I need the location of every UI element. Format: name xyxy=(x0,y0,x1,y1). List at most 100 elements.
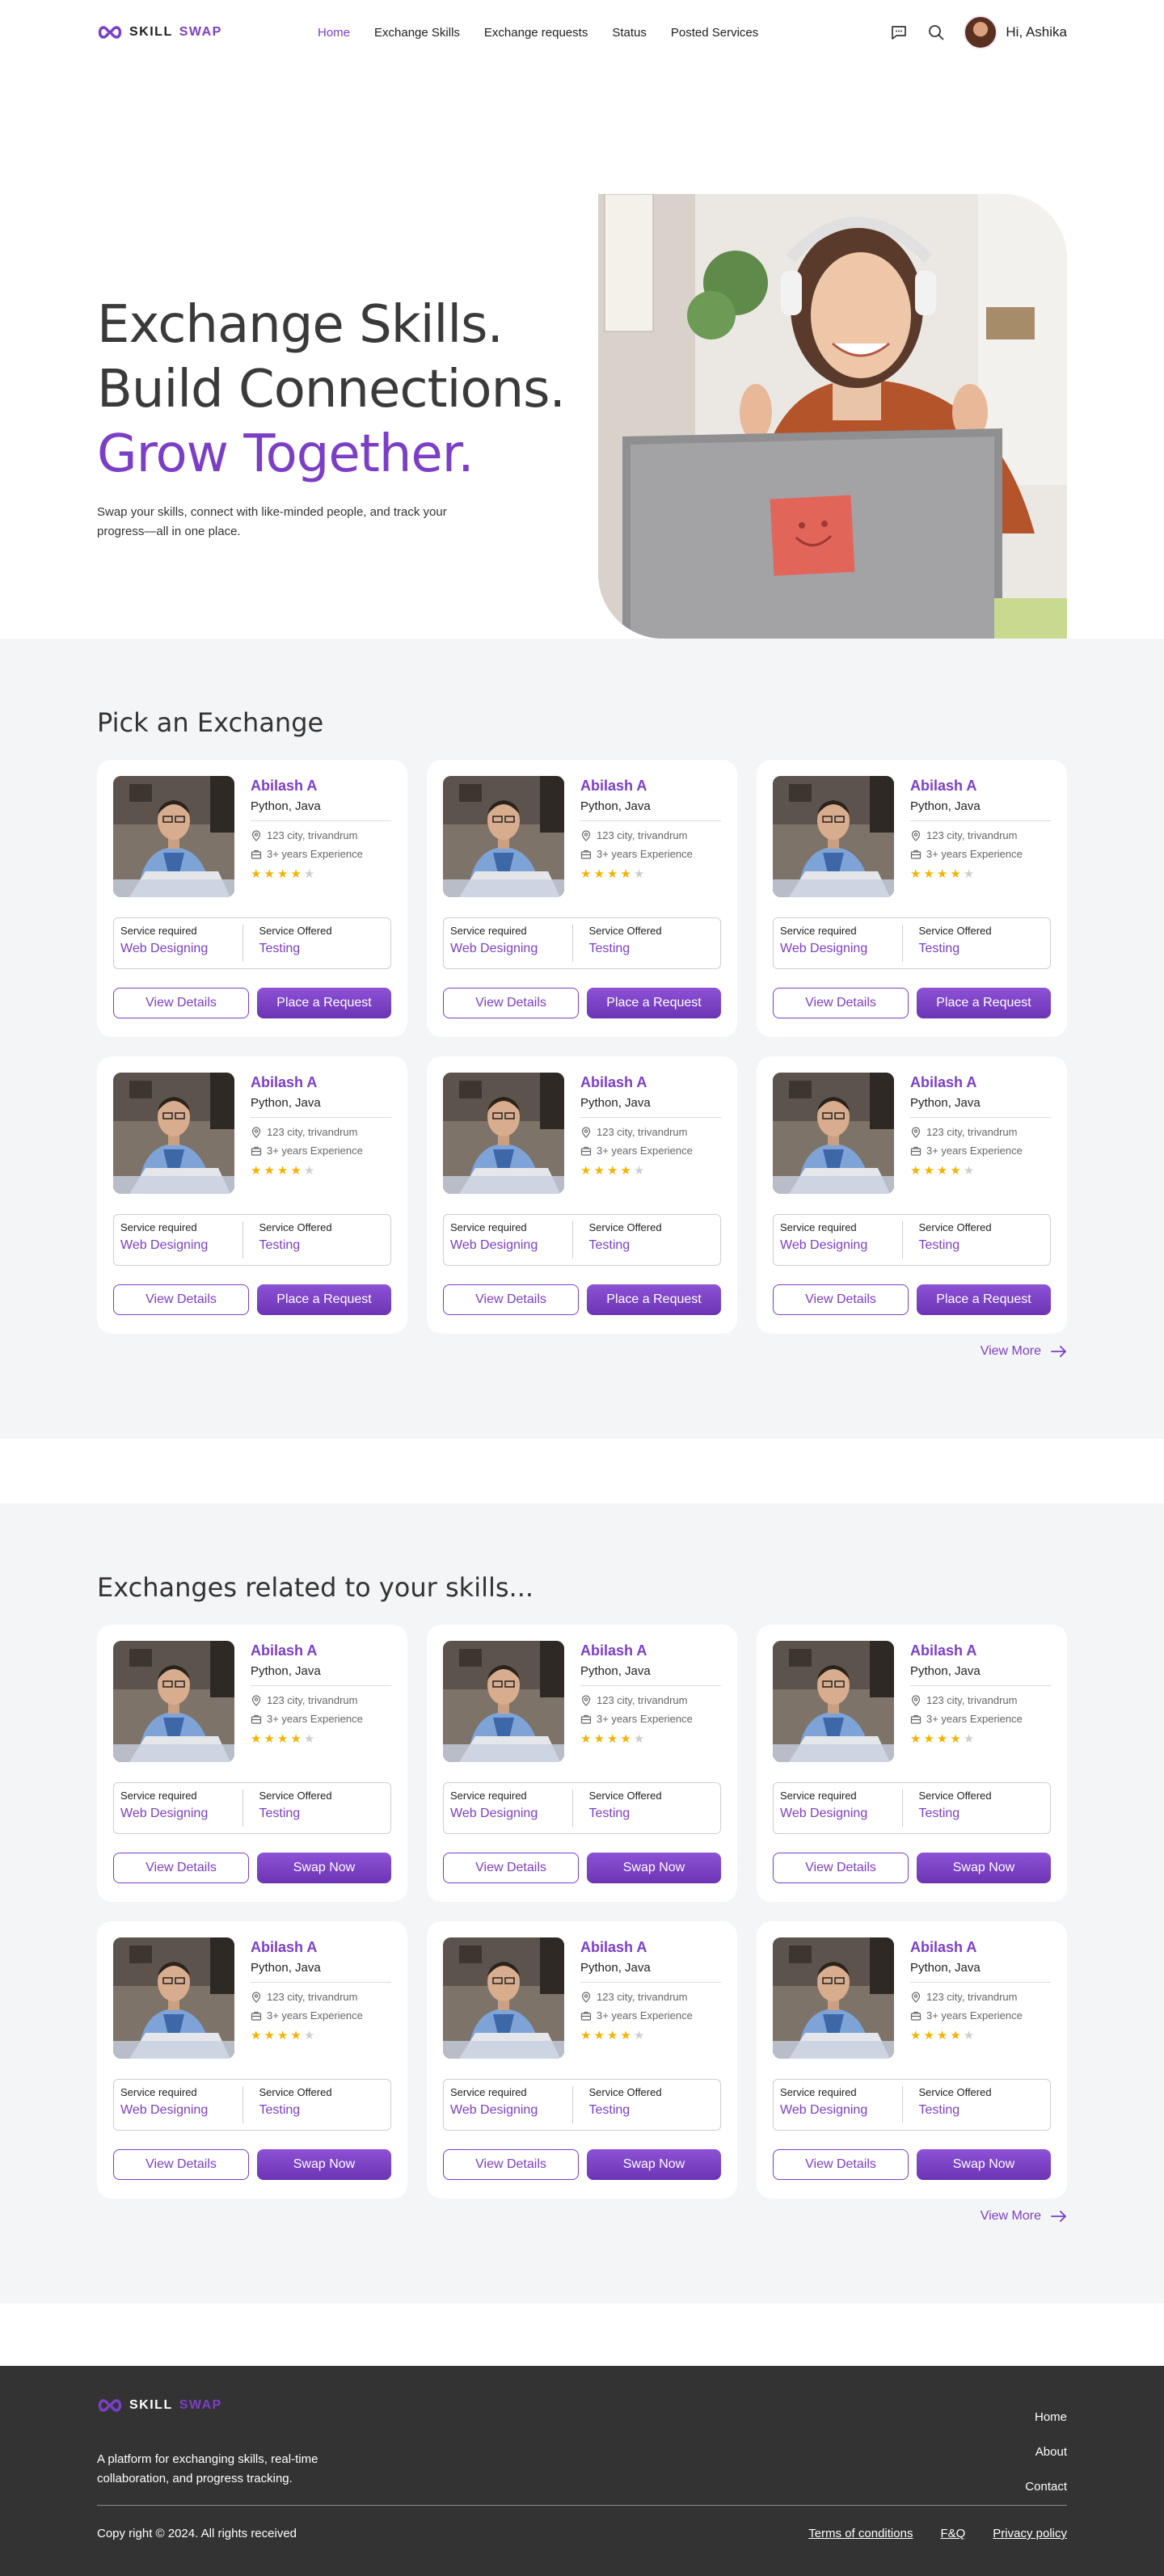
service-required-label: Service required xyxy=(120,1221,197,1233)
experience-row: 3+ years Experience xyxy=(580,1145,721,1157)
person-name[interactable]: Abilash A xyxy=(251,1939,391,1956)
service-offered-value: Testing xyxy=(918,1807,960,1820)
person-name[interactable]: Abilash A xyxy=(580,778,721,795)
swap-now-button[interactable]: Swap Now xyxy=(917,2149,1051,2180)
card-info: Abilash A Python, Java 123 city, trivand… xyxy=(251,778,391,881)
view-details-button[interactable]: View Details xyxy=(113,988,249,1018)
service-required: Service required Web Designing xyxy=(774,1783,902,1833)
rating-stars: ★★★★★ xyxy=(251,2028,391,2043)
avatar xyxy=(964,15,998,49)
user-menu[interactable]: Hi, Ashika xyxy=(964,15,1067,49)
brand-text-1: SKILL xyxy=(129,2398,173,2412)
swap-now-button[interactable]: Swap Now xyxy=(587,2149,721,2180)
person-name[interactable]: Abilash A xyxy=(580,1074,721,1091)
terms-link[interactable]: Terms of conditions xyxy=(808,2527,913,2540)
service-required-value: Web Designing xyxy=(450,2103,538,2117)
star-icon: ★ xyxy=(620,867,634,881)
nav-home[interactable]: Home xyxy=(318,26,350,40)
view-details-button[interactable]: View Details xyxy=(443,2149,579,2180)
star-icon: ★ xyxy=(580,1164,594,1178)
exchange-card: Abilash A Python, Java 123 city, trivand… xyxy=(97,1625,407,1902)
service-box: Service required Web Designing Service O… xyxy=(773,1214,1051,1266)
place-request-button[interactable]: Place a Request xyxy=(257,988,391,1018)
nav-status[interactable]: Status xyxy=(612,26,647,40)
view-more-link[interactable]: View More xyxy=(981,1344,1067,1359)
person-name[interactable]: Abilash A xyxy=(910,1074,1051,1091)
star-icon: ★ xyxy=(264,2029,277,2043)
brand-logo[interactable]: SKILL SWAP xyxy=(97,25,222,40)
nav-exchange-skills[interactable]: Exchange Skills xyxy=(374,26,460,40)
nav-exchange-requests[interactable]: Exchange requests xyxy=(484,26,588,40)
person-name[interactable]: Abilash A xyxy=(251,1074,391,1091)
exchange-card: Abilash A Python, Java 123 city, trivand… xyxy=(97,760,407,1037)
service-required-label: Service required xyxy=(780,925,857,937)
place-request-button[interactable]: Place a Request xyxy=(917,988,1051,1018)
place-request-button[interactable]: Place a Request xyxy=(587,988,721,1018)
place-request-button[interactable]: Place a Request xyxy=(587,1284,721,1315)
service-offered-label: Service Offered xyxy=(259,925,332,937)
footer-link-home[interactable]: Home xyxy=(1025,2400,1067,2435)
card-actions: View Details Place a Request xyxy=(113,988,391,1018)
message-icon[interactable] xyxy=(889,23,909,42)
view-details-button[interactable]: View Details xyxy=(773,1853,909,1883)
person-name[interactable]: Abilash A xyxy=(910,1939,1051,1956)
experience-text: 3+ years Experience xyxy=(267,1713,363,1725)
card-info: Abilash A Python, Java 123 city, trivand… xyxy=(580,1939,721,2043)
service-required-value: Web Designing xyxy=(450,1238,538,1252)
service-offered-label: Service Offered xyxy=(918,925,992,937)
faq-link[interactable]: F&Q xyxy=(940,2527,965,2540)
experience-row: 3+ years Experience xyxy=(251,848,391,860)
nav-posted-services[interactable]: Posted Services xyxy=(671,26,758,40)
service-offered: Service Offered Testing xyxy=(571,2086,721,2123)
brand-text-2: SWAP xyxy=(179,25,222,39)
swap-now-button[interactable]: Swap Now xyxy=(587,1853,721,1883)
footer-link-about[interactable]: About xyxy=(1025,2435,1067,2469)
person-name[interactable]: Abilash A xyxy=(251,1642,391,1659)
place-request-button[interactable]: Place a Request xyxy=(917,1284,1051,1315)
search-icon[interactable] xyxy=(926,23,946,42)
view-details-button[interactable]: View Details xyxy=(443,988,579,1018)
view-details-button[interactable]: View Details xyxy=(113,1284,249,1315)
service-offered: Service Offered Testing xyxy=(242,925,391,962)
view-details-button[interactable]: View Details xyxy=(773,1284,909,1315)
view-details-button[interactable]: View Details xyxy=(443,1853,579,1883)
exchange-card-grid: Abilash A Python, Java 123 city, trivand… xyxy=(97,760,1067,1334)
star-icon: ★ xyxy=(963,1732,977,1746)
rating-stars: ★★★★★ xyxy=(580,2028,721,2043)
swap-now-button[interactable]: Swap Now xyxy=(917,1853,1051,1883)
experience-text: 3+ years Experience xyxy=(267,1145,363,1157)
star-icon: ★ xyxy=(593,867,607,881)
person-name[interactable]: Abilash A xyxy=(580,1939,721,1956)
footer: SKILL SWAP A platform for exchanging skil… xyxy=(0,2366,1164,2576)
view-details-button[interactable]: View Details xyxy=(773,988,909,1018)
place-request-button[interactable]: Place a Request xyxy=(257,1284,391,1315)
service-box: Service required Web Designing Service O… xyxy=(113,1214,391,1266)
service-offered: Service Offered Testing xyxy=(242,2086,391,2123)
service-offered-label: Service Offered xyxy=(588,1221,662,1233)
hero-line-3: Grow Together. xyxy=(97,424,474,484)
exchange-card: Abilash A Python, Java 123 city, trivand… xyxy=(97,1056,407,1334)
footer-logo[interactable]: SKILL SWAP xyxy=(97,2398,222,2413)
service-offered-value: Testing xyxy=(259,2103,301,2117)
service-offered-label: Service Offered xyxy=(918,1790,992,1802)
exchange-card: Abilash A Python, Java 123 city, trivand… xyxy=(757,1625,1067,1902)
swap-now-button[interactable]: Swap Now xyxy=(257,2149,391,2180)
person-name[interactable]: Abilash A xyxy=(580,1642,721,1659)
view-details-button[interactable]: View Details xyxy=(113,2149,249,2180)
location-text: 123 city, trivandrum xyxy=(597,1991,688,2003)
person-name[interactable]: Abilash A xyxy=(910,778,1051,795)
person-name[interactable]: Abilash A xyxy=(910,1642,1051,1659)
privacy-link[interactable]: Privacy policy xyxy=(993,2527,1067,2540)
experience-text: 3+ years Experience xyxy=(597,2009,693,2022)
footer-link-contact[interactable]: Contact xyxy=(1025,2469,1067,2504)
star-icon: ★ xyxy=(593,1732,607,1746)
swap-now-button[interactable]: Swap Now xyxy=(257,1853,391,1883)
briefcase-icon xyxy=(580,1714,592,1724)
view-details-button[interactable]: View Details xyxy=(113,1853,249,1883)
exchange-card: Abilash A Python, Java 123 city, trivand… xyxy=(757,1921,1067,2199)
view-more-link[interactable]: View More xyxy=(981,2209,1067,2224)
view-details-button[interactable]: View Details xyxy=(773,2149,909,2180)
star-icon: ★ xyxy=(950,2029,964,2043)
view-details-button[interactable]: View Details xyxy=(443,1284,579,1315)
person-name[interactable]: Abilash A xyxy=(251,778,391,795)
